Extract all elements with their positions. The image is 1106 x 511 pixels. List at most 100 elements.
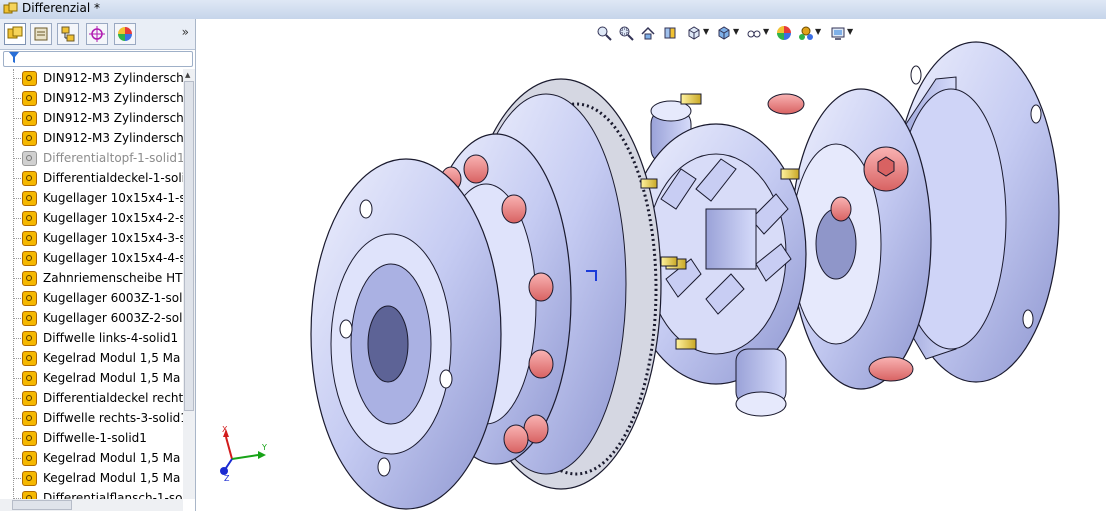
y-axis-label: Y (261, 443, 267, 452)
coordinate-triad: X Y Z (220, 425, 267, 483)
tree-connector (13, 229, 14, 249)
tree-item-label: Kugellager 6003Z-1-soli (43, 291, 183, 305)
dimxpert-tab[interactable] (86, 23, 108, 45)
pin[interactable] (780, 168, 800, 180)
tree-item[interactable]: Differentialdeckel-1-soli (0, 169, 183, 189)
tree-connector (13, 218, 21, 219)
tree-item[interactable]: Kugellager 10x15x4-3-s (0, 229, 183, 249)
configuration-manager-icon (61, 26, 75, 42)
z-axis-label: Z (224, 474, 230, 483)
tree-item[interactable]: DIN912-M3 Zylindersch (0, 89, 183, 109)
tree-item-label: Kugellager 6003Z-2-soli (43, 311, 183, 325)
tree-connector (13, 449, 14, 469)
window-title: Differenzial * (22, 1, 101, 15)
tree-item[interactable]: Diffwelle links-4-solid1 (0, 329, 183, 349)
tree-item[interactable]: Kegelrad Modul 1,5 Ma (0, 469, 183, 489)
tree-item[interactable]: Differentialflansch-1-solid (0, 489, 183, 499)
tree-item[interactable]: Diffwelle rechts-3-solid1 (0, 409, 183, 429)
filter-icon (9, 52, 19, 63)
part-icon (22, 71, 37, 86)
tree-connector (13, 98, 21, 99)
tree-connector (13, 478, 21, 479)
display-manager-tab[interactable] (114, 23, 136, 45)
screw-head[interactable] (463, 154, 489, 184)
tree-item[interactable]: Kugellager 10x15x4-2-s (0, 209, 183, 229)
screw-head[interactable] (528, 272, 554, 302)
tree-item[interactable]: Kegelrad Modul 1,5 Ma (0, 369, 183, 389)
tree-item[interactable]: Kugellager 10x15x4-1-s (0, 189, 183, 209)
screw-head[interactable] (528, 349, 554, 379)
tree-item[interactable]: Diffwelle-1-solid1 (0, 429, 183, 449)
tree-connector (13, 278, 21, 279)
screw-head[interactable] (868, 356, 914, 382)
part-icon (22, 291, 37, 306)
tree-item[interactable]: Kegelrad Modul 1,5 Ma (0, 349, 183, 369)
part-icon (22, 471, 37, 486)
tree-connector (13, 358, 21, 359)
tree-item[interactable]: Differentialtopf-1-solid1 (0, 149, 183, 169)
tree-connector (13, 269, 14, 289)
screw-head[interactable] (503, 424, 529, 454)
pin[interactable] (680, 93, 702, 105)
tree-item[interactable]: Zahnriemenscheibe HTD (0, 269, 183, 289)
part-icon (22, 371, 37, 386)
tree-connector (13, 178, 21, 179)
tree-connector (13, 298, 21, 299)
left-flange[interactable] (310, 158, 502, 510)
tree-item[interactable]: Differentialdeckel rechts (0, 389, 183, 409)
tree-item-label: Diffwelle rechts-3-solid1 (43, 411, 183, 425)
tree-connector (13, 69, 14, 89)
tree-item-label: Diffwelle links-4-solid1 (43, 331, 179, 345)
screw-head[interactable] (830, 196, 852, 222)
more-tabs-button[interactable]: » (182, 25, 189, 39)
screw-head[interactable] (767, 93, 805, 115)
tree-item[interactable]: Kugellager 10x15x4-4-s (0, 249, 183, 269)
property-manager-tab[interactable] (30, 23, 52, 45)
configuration-manager-tab[interactable] (57, 23, 79, 45)
part-icon (22, 451, 37, 466)
tree-connector (13, 109, 14, 129)
tree-connector (13, 409, 14, 429)
part-icon (22, 431, 37, 446)
tree-item[interactable]: DIN912-M3 Zylindersch (0, 109, 183, 129)
tree-connector (13, 238, 21, 239)
part-icon (22, 331, 37, 346)
assembly-document-icon (3, 2, 18, 14)
tree-item-label: DIN912-M3 Zylindersch (43, 111, 183, 125)
pin[interactable] (675, 338, 697, 350)
graphics-area[interactable]: ▼ ▼ ▼ ▼ ▼ X Y Z (196, 19, 1106, 511)
tree-horizontal-scrollbar[interactable] (0, 499, 183, 511)
manager-tabs: » (0, 19, 195, 50)
scroll-thumb[interactable] (184, 81, 194, 411)
tree-item-label: Kugellager 10x15x4-3-s (43, 231, 183, 245)
tree-item[interactable]: Kugellager 6003Z-2-soli (0, 309, 183, 329)
tree-item-label: Zahnriemenscheibe HTD (43, 271, 183, 285)
part-icon (22, 351, 37, 366)
part-icon (22, 191, 37, 206)
feature-manager-tab[interactable] (4, 23, 26, 45)
tree-connector (13, 458, 21, 459)
tree-vertical-scrollbar[interactable]: ▲ (183, 69, 195, 499)
tree-connector (13, 189, 14, 209)
pin[interactable] (660, 256, 678, 267)
feature-tree: DIN912-M3 Zylindersch DIN912-M3 Zylinders… (0, 69, 183, 499)
tree-item-label: Kugellager 10x15x4-4-s (43, 251, 183, 265)
tree-item-label: Kugellager 10x15x4-2-s (43, 211, 183, 225)
tree-item[interactable]: DIN912-M3 Zylindersch (0, 69, 183, 89)
tree-connector (13, 169, 14, 189)
tree-item[interactable]: Kugellager 6003Z-1-soli (0, 289, 183, 309)
pin[interactable] (640, 178, 658, 189)
tree-connector (13, 389, 14, 409)
tree-filter-field[interactable] (3, 51, 193, 67)
scroll-up-icon[interactable]: ▲ (185, 71, 190, 79)
tree-connector (13, 118, 21, 119)
differential-assembly-model[interactable]: X Y Z (196, 19, 1106, 511)
tree-item[interactable]: Kegelrad Modul 1,5 Ma (0, 449, 183, 469)
screw-head[interactable] (501, 194, 527, 224)
tree-item-label: Differentialtopf-1-solid1 (43, 151, 183, 165)
part-icon (22, 231, 37, 246)
horizontal-scroll-thumb[interactable] (12, 500, 72, 510)
tree-connector (13, 429, 14, 449)
tree-item[interactable]: DIN912-M3 Zylindersch (0, 129, 183, 149)
tree-item-label: Kegelrad Modul 1,5 Ma (43, 351, 181, 365)
